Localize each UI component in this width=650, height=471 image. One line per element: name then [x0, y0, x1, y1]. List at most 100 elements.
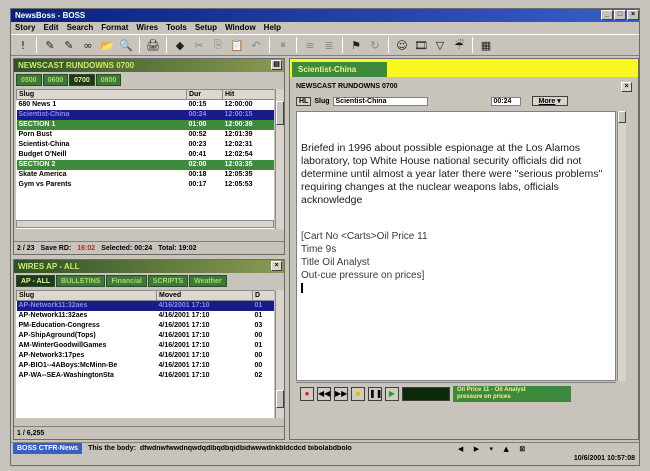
menu-setup[interactable]: Setup: [195, 22, 217, 34]
col-hit[interactable]: Hit: [222, 89, 274, 100]
minimize-button[interactable]: _: [601, 10, 613, 20]
exclaim-icon[interactable]: !: [15, 37, 31, 53]
print-icon[interactable]: 🖨: [145, 37, 161, 53]
col-dur[interactable]: Dur: [186, 89, 223, 100]
dur-field[interactable]: 00:24: [490, 96, 521, 106]
rundown-row[interactable]: SECTION 1 01:00 12:00:39: [16, 120, 274, 130]
rundown-row-slug: Scientist-China: [16, 110, 187, 120]
pause-icon[interactable]: ⏸: [275, 37, 291, 53]
rundown-tab-0700[interactable]: 0700: [69, 74, 95, 86]
rundown-tab-0600[interactable]: 0600: [42, 74, 69, 86]
wires-tab-scripts[interactable]: SCRIPTS: [147, 275, 189, 287]
col-d[interactable]: D: [252, 290, 274, 301]
wires-scroll-thumb[interactable]: [276, 390, 284, 408]
rundown-tabs: 0500 0600 0700 0800: [14, 72, 284, 87]
rundown-row[interactable]: Gym vs Parents 00:17 12:05:53: [16, 180, 274, 190]
paste-icon[interactable]: 📋: [229, 37, 245, 53]
menu-format[interactable]: Format: [101, 22, 128, 34]
edit-story-icon[interactable]: ✎: [61, 37, 77, 53]
cut-icon[interactable]: ✂: [191, 37, 207, 53]
new-story-icon[interactable]: ✎: [42, 37, 58, 53]
slug-field[interactable]: Scientist-China: [332, 96, 428, 106]
wire-row-d: 00: [252, 351, 274, 361]
rundown-row[interactable]: Scientist-China 00:24 12:00:15: [16, 110, 274, 120]
menu-tools[interactable]: Tools: [166, 22, 187, 34]
rewind-button[interactable]: ◀◀: [317, 386, 331, 401]
record-button[interactable]: ●: [300, 386, 314, 401]
wires-tab-financial[interactable]: Financial: [106, 275, 147, 287]
wire-row[interactable]: AP-BIO1--4ABoys:McMinn-Be 4/16/2001 17:10…: [16, 361, 274, 371]
col-wire-slug[interactable]: Slug: [16, 290, 157, 301]
editor-close-button[interactable]: ×: [621, 82, 632, 92]
menu-search[interactable]: Search: [67, 22, 94, 34]
title-bar[interactable]: NewsBoss - BOSS _ □ ×: [11, 9, 639, 22]
rundown-row[interactable]: Budget O'Neill 00:41 12:02:54: [16, 150, 274, 160]
wire-row-moved: 4/16/2001 17:10: [156, 300, 253, 311]
rundown-row[interactable]: Skate America 00:18 12:05:35: [16, 170, 274, 180]
align-center-icon[interactable]: ≣: [321, 37, 337, 53]
rundown-row[interactable]: 680 News 1 00:15 12:00:00: [16, 99, 274, 110]
editor-scrollbar[interactable]: [617, 111, 626, 381]
wire-row[interactable]: AP-Network11:32aes 4/16/2001 17:10 01: [16, 311, 274, 321]
menu-help[interactable]: Help: [264, 22, 281, 34]
eraser-icon[interactable]: ◆: [172, 37, 188, 53]
close-button[interactable]: ×: [627, 10, 639, 20]
undo-icon[interactable]: ↶: [248, 37, 264, 53]
rundown-row[interactable]: SECTION 2 02:00 12:03:35: [16, 160, 274, 170]
grid-icon[interactable]: ▦: [478, 37, 494, 53]
menu-window[interactable]: Window: [225, 22, 256, 34]
editor-tab-bar: Scientist-China: [290, 59, 638, 77]
wire-row[interactable]: AP-Network3:17pes 4/16/2001 17:10 00: [16, 351, 274, 361]
story-editor[interactable]: Briefed in 1996 about possible espionage…: [296, 111, 616, 381]
wires-scrollbar[interactable]: [275, 290, 284, 418]
maximize-button[interactable]: □: [614, 10, 626, 20]
wire-row[interactable]: PM-Education-Congress 4/16/2001 17:10 03: [16, 321, 274, 331]
col-slug[interactable]: Slug: [16, 89, 187, 100]
link-icon[interactable]: ∞: [80, 37, 96, 53]
editor-scroll-thumb[interactable]: [618, 111, 626, 123]
copy-icon[interactable]: ⎘: [210, 37, 226, 53]
pause-button[interactable]: ❚❚: [368, 386, 382, 401]
wire-filter-icon[interactable]: ☔: [451, 37, 467, 53]
wire-row-moved: 4/16/2001 17:10: [156, 361, 253, 371]
wires-tab-bulletins[interactable]: BULLETINS: [56, 275, 106, 287]
play-button[interactable]: ▶: [385, 386, 399, 401]
rundown-row[interactable]: Porn Bust 00:52 12:01:39: [16, 130, 274, 140]
wire-row[interactable]: AP-WA--SEA-WashingtonSta 4/16/2001 17:10 0…: [16, 371, 274, 381]
fast-forward-button[interactable]: ▶▶: [334, 386, 348, 401]
rundown-row[interactable]: Scientist-China 00:23 12:02:31: [16, 140, 274, 150]
user-icon[interactable]: ☺: [394, 37, 410, 53]
menu-wires[interactable]: Wires: [136, 22, 158, 34]
footer-nav-icons[interactable]: ◀ ▶ ▾ ▲ ⊠: [458, 445, 529, 453]
rundown-panel-title[interactable]: NEWSCAST RUNDOWNS 0700 ▤: [14, 59, 284, 72]
wire-row[interactable]: AP-ShipAground(Tops) 4/16/2001 17:10 00: [16, 331, 274, 341]
flag-icon[interactable]: ⚑: [348, 37, 364, 53]
refresh-icon[interactable]: ↻: [367, 37, 383, 53]
wires-tab-weather[interactable]: Weather: [189, 275, 227, 287]
wire-row[interactable]: AM-WinterGoodwillGames 4/16/2001 17:10 01: [16, 341, 274, 351]
wire-row-moved: 4/16/2001 17:10: [156, 331, 253, 341]
col-moved[interactable]: Moved: [156, 290, 253, 301]
rundown-scrollbar[interactable]: [275, 89, 284, 229]
stop-button[interactable]: ■: [351, 386, 365, 401]
align-left-icon[interactable]: ≡: [302, 37, 318, 53]
open-icon[interactable]: 📂: [99, 37, 115, 53]
rundown-menu-button[interactable]: ▤: [271, 60, 282, 70]
find-icon[interactable]: 🔍: [118, 37, 134, 53]
hl-label[interactable]: HL: [296, 96, 312, 106]
wire-row[interactable]: AP-Network11:32aes 4/16/2001 17:10 01: [16, 300, 274, 311]
filter-icon[interactable]: ▽: [432, 37, 448, 53]
menu-edit[interactable]: Edit: [43, 22, 58, 34]
film-icon[interactable]: 🎞: [413, 37, 429, 53]
menu-story[interactable]: Story: [15, 22, 35, 34]
rundown-scroll-thumb[interactable]: [276, 101, 284, 125]
tab-scientist-china[interactable]: Scientist-China: [292, 62, 387, 77]
wires-close-button[interactable]: ×: [271, 261, 282, 271]
more-button[interactable]: More ▾: [531, 96, 568, 106]
rundown-tab-0500[interactable]: 0500: [16, 74, 42, 86]
rundown-row-slug: Gym vs Parents: [16, 180, 187, 190]
wires-tab-ap-all[interactable]: AP - ALL: [16, 275, 56, 287]
wires-panel-title[interactable]: WIRES AP - ALL ×: [14, 260, 284, 273]
rundown-tab-0800[interactable]: 0800: [95, 74, 122, 86]
rundown-hscroll[interactable]: [16, 220, 274, 228]
